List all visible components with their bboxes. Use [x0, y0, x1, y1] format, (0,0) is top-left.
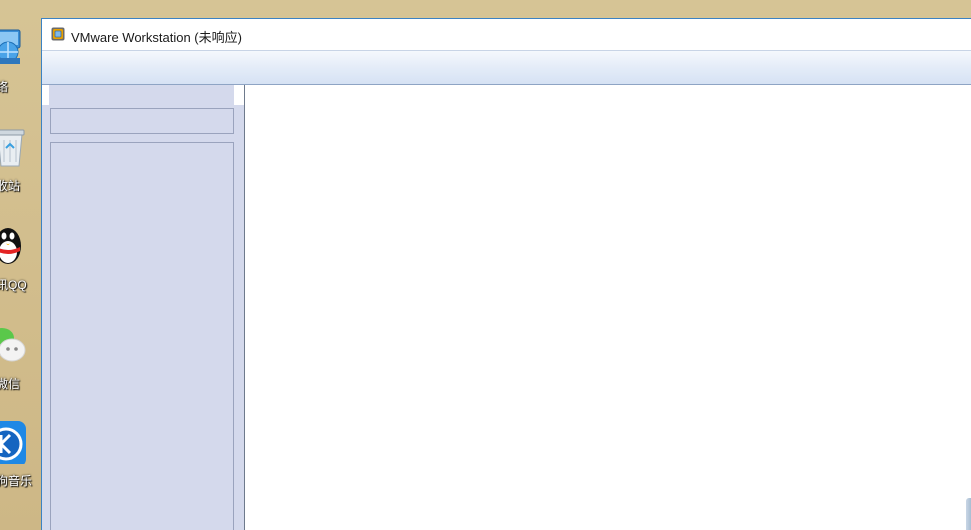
desktop-icon-recycle-bin[interactable]: 收站: [0, 126, 40, 216]
library-search-box[interactable]: [50, 108, 234, 134]
desktop-icon-kugou[interactable]: 狗音乐: [0, 420, 40, 510]
library-tree[interactable]: [50, 142, 234, 530]
vmware-logo-icon: [51, 27, 65, 41]
recycle-bin-icon: [0, 129, 25, 167]
wechat-icon: [0, 328, 26, 362]
desktop-icon-qq[interactable]: 讯QQ: [0, 222, 40, 312]
desktop-icon-network[interactable]: 络: [0, 26, 40, 116]
desktop-icon-label: 络: [0, 80, 9, 94]
qq-penguin-icon: [0, 228, 21, 264]
sidebar-header-edge: [234, 85, 244, 105]
desktop-icon-label: 狗音乐: [0, 474, 33, 488]
sidebar-header-edge: [42, 85, 49, 105]
toolbar: [42, 50, 971, 85]
desktop-icon-label: 收站: [0, 179, 21, 193]
desktop-icon-label: 微信: [0, 377, 21, 391]
window-edge-fragment: [966, 498, 971, 530]
window-body: [42, 85, 971, 530]
desktop-icon-wechat[interactable]: 微信: [0, 324, 40, 414]
main-content-pane: [244, 85, 971, 530]
network-icon: [0, 29, 21, 64]
kugou-music-icon: [0, 421, 26, 464]
vmware-window[interactable]: VMware Workstation (未响应): [41, 18, 971, 530]
window-titlebar[interactable]: VMware Workstation (未响应): [42, 19, 971, 50]
window-title: VMware Workstation (未响应): [71, 30, 242, 45]
desktop-icon-label: 讯QQ: [0, 278, 27, 292]
library-sidebar: [42, 85, 245, 530]
